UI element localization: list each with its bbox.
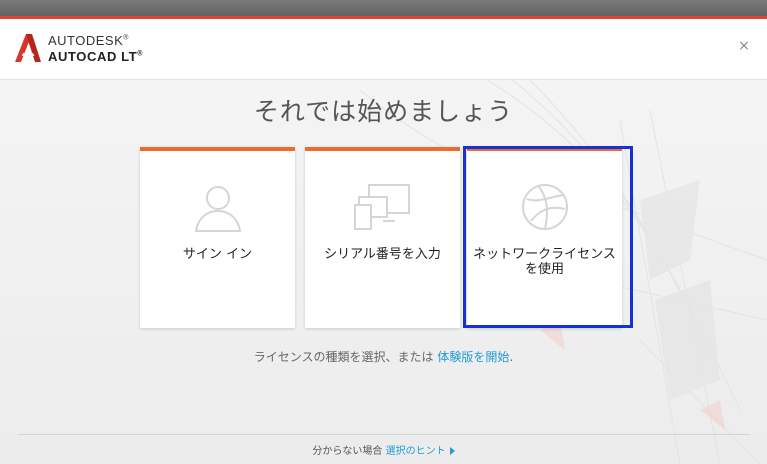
close-icon[interactable]: × — [737, 39, 751, 53]
brand-product-text: AUTOCAD LT — [48, 49, 138, 64]
autodesk-logo-icon — [15, 34, 41, 62]
brand-company: AUTODESK® — [48, 33, 129, 48]
page-title: それでは始めましょう — [253, 97, 514, 126]
brand-product: AUTOCAD LT® — [48, 49, 143, 64]
brand-company-mark: ® — [123, 34, 129, 42]
user-icon — [194, 186, 241, 232]
enter-serial-card[interactable]: シリアル番号を入力 — [305, 147, 460, 328]
globe-icon — [521, 184, 568, 230]
trial-link-period: . — [509, 350, 514, 364]
sign-in-card[interactable]: サイン イン — [140, 147, 295, 328]
license-type-prompt: ライセンスの種類を選択、または 体験版を開始. — [0, 348, 767, 365]
brand-product-trademark: ® — [137, 50, 144, 58]
brand-company-text: AUTODESK — [48, 33, 124, 48]
dialog-content: それでは始めましょう サイン イン シリアル番号を入力 ネットワークライセンスを… — [0, 80, 767, 464]
network-license-card[interactable]: ネットワークライセンスを使用 — [467, 147, 622, 328]
license-type-text: ライセンスの種類を選択、または — [253, 350, 434, 364]
network-license-label: ネットワークライセンスを使用 — [473, 247, 616, 277]
play-arrow-icon[interactable] — [449, 447, 455, 455]
help-hint: 分からない場合 選択のヒント — [0, 442, 767, 457]
enter-serial-label: シリアル番号を入力 — [324, 247, 441, 262]
selection-hint-link[interactable]: 選択のヒント — [386, 446, 446, 457]
sign-in-label: サイン イン — [182, 247, 253, 262]
devices-icon — [353, 184, 410, 230]
hint-prefix-text: 分からない場合 — [312, 446, 383, 457]
dialog-header: AUTODESK® AUTOCAD LT® × — [0, 19, 767, 80]
footer-divider — [18, 434, 750, 435]
start-trial-link[interactable]: 体験版を開始 — [437, 350, 509, 364]
